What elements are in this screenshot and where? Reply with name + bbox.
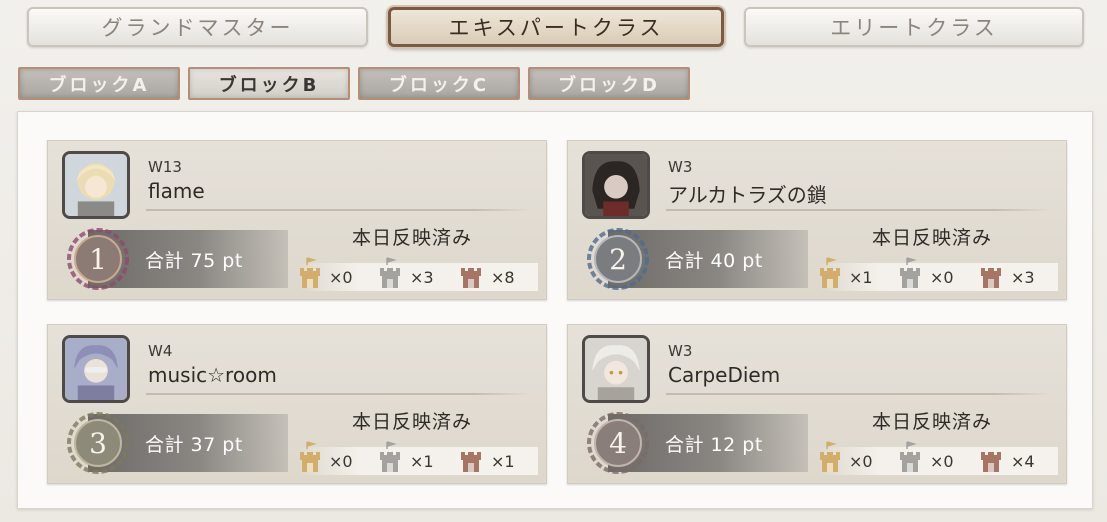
status-text: 本日反映済み — [352, 227, 473, 249]
rank-number: 2 — [609, 242, 627, 276]
rank-number: 4 — [609, 426, 627, 460]
silver-castle-count: ×1 — [410, 452, 434, 471]
gold-castle-count: ×0 — [849, 452, 873, 471]
silver-castle-icon — [379, 440, 401, 472]
silver-castle-icon — [899, 256, 921, 288]
ranking-card-2[interactable]: W3 アルカトラズの鎖 2 合計 40 pt 本日反映済み ×1 ×0 ×3 — [567, 140, 1067, 300]
status-text: 本日反映済み — [352, 411, 473, 433]
total-points: 合計 40 pt — [665, 250, 763, 272]
bronze-castle-icon — [980, 256, 1002, 288]
tab-expert-class[interactable]: エキスパートクラス — [388, 7, 724, 47]
bronze-castle-icon — [460, 440, 482, 472]
divider — [666, 209, 1052, 211]
silver-castle-icon — [899, 440, 921, 472]
bronze-castle-count: ×1 — [491, 452, 515, 471]
ranking-panel: W13 flame 1 合計 75 pt 本日反映済み ×0 ×3 ×8 W3 … — [17, 111, 1093, 509]
world-label: W4 — [148, 342, 173, 360]
status-text: 本日反映済み — [872, 411, 993, 433]
tab-block-c[interactable]: ブロックC — [358, 67, 520, 100]
avatar — [582, 151, 650, 219]
gold-castle-count: ×0 — [329, 268, 353, 287]
bronze-castle-count: ×3 — [1011, 268, 1035, 287]
ranking-card-1[interactable]: W13 flame 1 合計 75 pt 本日反映済み ×0 ×3 ×8 — [47, 140, 547, 300]
divider — [146, 209, 532, 211]
tab-block-b[interactable]: ブロックB — [188, 67, 350, 100]
gold-castle-icon — [299, 440, 321, 472]
silver-castle-count: ×0 — [930, 452, 954, 471]
bronze-castle-icon — [460, 256, 482, 288]
total-points: 合計 12 pt — [665, 434, 763, 456]
bronze-castle-count: ×8 — [491, 268, 515, 287]
silver-castle-icon — [379, 256, 401, 288]
ranking-card-4[interactable]: W3 CarpeDiem 4 合計 12 pt 本日反映済み ×0 ×0 ×4 — [567, 324, 1067, 484]
total-points: 合計 75 pt — [145, 250, 243, 272]
bronze-castle-icon — [980, 440, 1002, 472]
gold-castle-icon — [299, 256, 321, 288]
avatar — [582, 335, 650, 403]
player-name: アルカトラズの鎖 — [668, 183, 827, 207]
world-label: W3 — [668, 158, 693, 176]
bronze-castle-count: ×4 — [1011, 452, 1035, 471]
tab-grandmaster[interactable]: グランドマスター — [27, 7, 368, 47]
world-label: W3 — [668, 342, 693, 360]
player-name: flame — [148, 179, 205, 203]
tab-elite-class[interactable]: エリートクラス — [744, 7, 1084, 47]
player-name: music☆room — [148, 363, 277, 387]
gold-castle-icon — [819, 440, 841, 472]
avatar — [62, 335, 130, 403]
avatar — [62, 151, 130, 219]
gold-castle-icon — [819, 256, 841, 288]
tab-block-d[interactable]: ブロックD — [528, 67, 690, 100]
rank-number: 3 — [89, 426, 107, 460]
player-name: CarpeDiem — [668, 363, 781, 387]
divider — [666, 393, 1052, 395]
status-text: 本日反映済み — [872, 227, 993, 249]
gold-castle-count: ×1 — [849, 268, 873, 287]
total-points: 合計 37 pt — [145, 434, 243, 456]
divider — [146, 393, 532, 395]
gold-castle-count: ×0 — [329, 452, 353, 471]
silver-castle-count: ×0 — [930, 268, 954, 287]
silver-castle-count: ×3 — [410, 268, 434, 287]
world-label: W13 — [148, 158, 182, 176]
tab-block-a[interactable]: ブロックA — [18, 67, 180, 100]
rank-number: 1 — [89, 242, 107, 276]
ranking-card-3[interactable]: W4 music☆room 3 合計 37 pt 本日反映済み ×0 ×1 ×1 — [47, 324, 547, 484]
